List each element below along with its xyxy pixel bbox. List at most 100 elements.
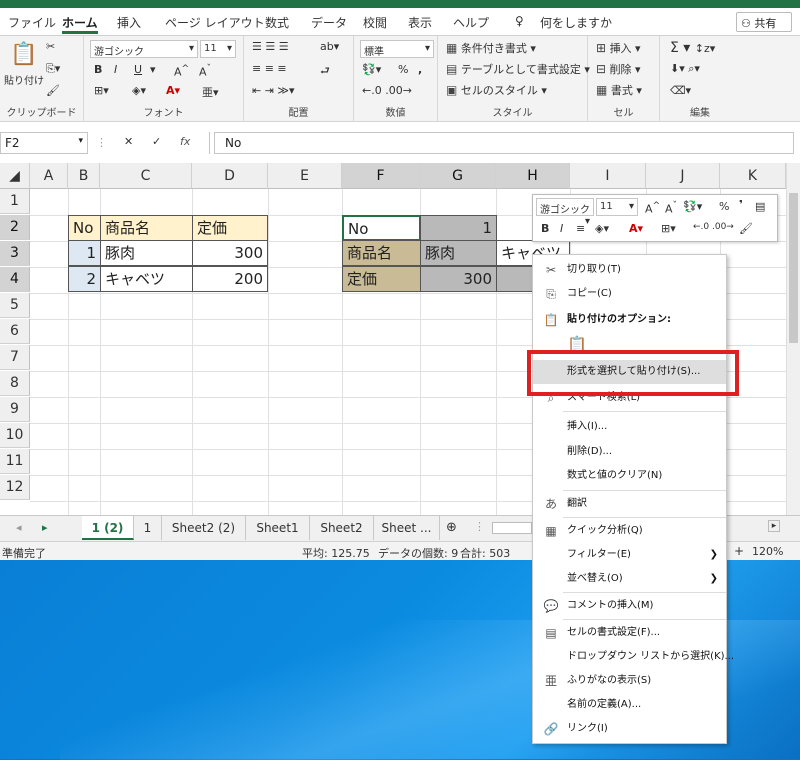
menu-item-filter[interactable]: フィルター(E) ❯ [533,543,726,567]
phonetic-icon[interactable]: 亜▾ [202,84,219,100]
format-painter-icon[interactable]: 🖌 [46,84,60,97]
menu-item-define-name[interactable]: 名前の定義(A)... [533,693,726,717]
delete-cells-button[interactable]: ⊟ 削除 ▾ [596,61,641,77]
row-header[interactable]: 5 [0,293,30,318]
number-format-dropdown[interactable]: 標準 ▾ [360,40,434,58]
mini-shrink-font-icon[interactable]: Aˇ [665,200,677,216]
paste-icon[interactable]: 📋 [10,42,37,67]
tab-data[interactable]: データ [311,14,347,34]
enter-icon[interactable]: ✓ [152,135,161,148]
column-header-selected[interactable]: G [420,163,496,189]
cell-styles-button[interactable]: ▣ セルのスタイル ▾ [446,82,547,98]
row-header-selected[interactable]: 3 [0,241,30,266]
column-header[interactable]: A [30,163,68,189]
mini-font-dropdown[interactable]: 游ゴシック ▾ [536,198,594,227]
table-header-cell[interactable]: 定価 [192,215,268,241]
table-cell[interactable]: 2 [68,266,101,292]
row-header[interactable]: 11 [0,449,30,474]
clear-icon[interactable]: ⌫▾ [670,84,691,97]
font-size-dropdown[interactable]: 11 ▾ [200,40,236,58]
menu-item-link[interactable]: 🔗 リンク(I) [533,717,726,741]
menu-item-phonetic[interactable]: 亜ふりがなの表示(S) [533,669,726,693]
mini-format-painter-icon[interactable]: 🖌 [739,222,753,235]
mini-percent-button[interactable]: % [719,200,729,213]
table-cell[interactable]: 商品名 [342,240,421,266]
tab-page-layout[interactable]: ページ レイアウト [165,14,265,34]
grow-font-icon[interactable]: A^ [174,63,189,79]
more-options-icon[interactable]: ⋮ [474,520,485,533]
share-button[interactable]: ⚇ 共有 [736,12,792,32]
row-header-selected[interactable]: 2 [0,215,30,240]
mini-fill-color-icon[interactable]: ◈▾ [595,222,609,235]
scroll-left-icon[interactable]: ◂ [16,521,22,534]
active-cell[interactable]: No [342,215,421,241]
table-cell[interactable]: 300 [192,240,268,266]
mini-size-dropdown[interactable]: 11 ▾ [596,198,638,216]
tab-view[interactable]: 表示 [408,14,432,34]
column-header-selected[interactable]: F [342,163,420,189]
table-cell[interactable]: 豚肉 [100,240,193,266]
comma-button[interactable]: , [418,63,422,76]
tab-formulas[interactable]: 数式 [265,14,289,34]
tab-review[interactable]: 校閲 [363,14,387,34]
fill-color-icon[interactable]: ◈▾ [132,84,146,97]
select-all-corner[interactable]: ◢ [0,163,30,189]
sheet-tab[interactable]: 1 (2) [82,516,134,540]
column-header[interactable]: E [268,163,342,189]
column-header[interactable]: B [68,163,100,189]
tab-insert[interactable]: 挿入 [117,14,141,34]
fill-icon[interactable]: ⬇▾ ⌕▾ [670,62,700,76]
indent-icon[interactable]: ⇤ ⇥ ≫▾ [252,84,294,97]
add-sheet-icon[interactable]: ⊕ [446,520,457,535]
paste-button[interactable]: 貼り付け [4,72,44,87]
menu-item-insert-comment[interactable]: 💬 コメントの挿入(M) [533,594,726,618]
sheet-tab[interactable]: Sheet2 (2) [162,516,246,540]
percent-button[interactable]: % [398,63,408,76]
column-header-selected[interactable]: H [496,163,570,189]
wrap-text-icon[interactable]: ⮐ [320,62,330,81]
table-cell[interactable]: 豚肉 [420,240,497,266]
column-header[interactable]: D [192,163,268,189]
underline-dropdown-icon[interactable]: ▾ [150,63,156,76]
borders-icon[interactable]: ⊞▾ [94,84,109,97]
zoom-level[interactable]: 120% [752,545,783,558]
cut-icon[interactable]: ✂ [46,40,55,53]
mini-italic-button[interactable]: I [560,222,563,235]
insert-cells-button[interactable]: ⊞ 挿入 ▾ [596,40,641,56]
menu-item-quick-analysis[interactable]: ▦ クイック分析(Q) [533,519,726,543]
align-left-icon[interactable]: ≡ ≡ ≡ [252,62,287,75]
mini-bold-button[interactable]: B [541,222,549,235]
table-cell[interactable]: 300 [420,266,497,292]
format-as-table-button[interactable]: ▤ テーブルとして書式設定 ▾ [446,61,590,77]
mini-borders-icon[interactable]: ⊞▾ [661,222,676,235]
mini-font-color-icon[interactable]: A▾ [629,222,643,235]
row-header[interactable]: 12 [0,475,30,500]
formula-bar-more-icon[interactable]: ⋮ [96,136,107,149]
column-header[interactable]: I [570,163,646,189]
sheet-tab[interactable]: Sheet2 [310,516,374,540]
menu-item-delete[interactable]: 削除(D)... [533,440,726,464]
row-header[interactable]: 9 [0,397,30,422]
menu-item-format-cells[interactable]: ▤ セルの書式設定(F)... [533,621,726,645]
table-cell[interactable]: 1 [420,215,497,241]
align-top-icon[interactable]: ☰ ☰ ☰ [252,40,289,53]
menu-item-pick-from-list[interactable]: ドロップダウン リストから選択(K)... [533,645,734,669]
mini-align-center-icon[interactable]: ≡ [576,222,585,235]
horizontal-scrollbar[interactable] [492,522,532,534]
accounting-icon[interactable]: 💱▾ [362,63,381,76]
mini-comma-icon[interactable]: ❜ [739,198,743,211]
menu-item-copy[interactable]: ⎘ コピー(C) [533,282,726,306]
mini-decimal-icon[interactable]: ←.0 .00→ [693,222,734,232]
formula-input[interactable]: No [214,132,794,154]
sheet-tab[interactable]: Sheet1 [246,516,310,540]
mini-accounting-icon[interactable]: 💱▾ [683,200,702,213]
table-header-cell[interactable]: No [68,215,101,241]
italic-button[interactable]: I [114,63,117,76]
shrink-font-icon[interactable]: Aˇ [199,63,211,79]
tell-me-search[interactable]: 何をしますか [540,14,612,34]
conditional-formatting-button[interactable]: ▦ 条件付き書式 ▾ [446,40,536,56]
table-cell[interactable]: キャベツ [100,266,193,292]
scrollbar-thumb[interactable] [789,193,798,343]
orientation-icon[interactable]: ab▾ [320,40,339,53]
menu-item-cut[interactable]: ✂ 切り取り(T) [533,258,726,282]
